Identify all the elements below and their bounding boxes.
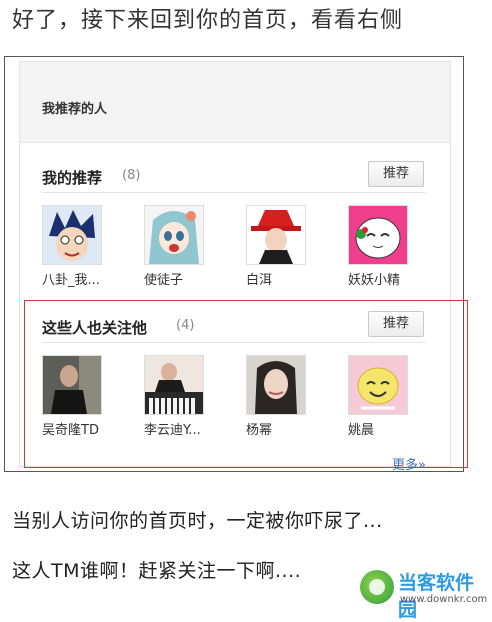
person-name[interactable]: 妖妖小精 (348, 269, 428, 288)
section-title: 我的推荐 (42, 169, 103, 187)
caption-bottom-line-1: 当别人访问你的首页时，一定被你吓尿了... (12, 510, 383, 532)
panel-title: 我推荐的人 (42, 102, 108, 117)
avatar[interactable] (246, 205, 306, 265)
section-my-recommendations: 我的推荐 (8) 推荐 八卦_我... 使徒子 白洱 妖妖小精 (42, 158, 426, 289)
watermark-logo-icon (360, 570, 394, 604)
recommend-button[interactable]: 推荐 (368, 161, 424, 187)
caption-top: 好了，接下来回到你的首页，看看右侧 (12, 8, 404, 33)
section-count: (8) (122, 168, 141, 183)
person-item[interactable]: 八卦_我... (42, 205, 122, 288)
person-name[interactable]: 使徒子 (144, 269, 224, 288)
person-item[interactable]: 使徒子 (144, 205, 224, 288)
people-list: 八卦_我... 使徒子 白洱 妖妖小精 (42, 193, 426, 289)
watermark-url: www.downkr.com (400, 594, 488, 605)
more-link[interactable]: 更多» (392, 454, 426, 473)
screenshot-frame: 我推荐的人 我的推荐 (8) 推荐 八卦_我... 使徒子 白洱 妖妖小精 这些… (4, 56, 468, 473)
avatar[interactable] (348, 205, 408, 265)
person-name[interactable]: 八卦_我... (42, 269, 122, 288)
caption-bottom-line-2: 这人TM谁啊！赶紧关注一下啊.... (12, 560, 302, 582)
watermark: 当客软件园 www.downkr.com (360, 566, 490, 621)
avatar[interactable] (144, 205, 204, 265)
avatar[interactable] (42, 205, 102, 265)
highlight-box (24, 300, 468, 468)
person-item[interactable]: 妖妖小精 (348, 205, 428, 288)
person-name[interactable]: 白洱 (246, 269, 326, 288)
section-header: 我的推荐 (8) 推荐 (42, 158, 426, 193)
panel-header: 我推荐的人 (20, 62, 450, 143)
person-item[interactable]: 白洱 (246, 205, 326, 288)
recommended-people-panel: 我推荐的人 我的推荐 (8) 推荐 八卦_我... 使徒子 白洱 妖妖小精 这些… (19, 61, 468, 473)
